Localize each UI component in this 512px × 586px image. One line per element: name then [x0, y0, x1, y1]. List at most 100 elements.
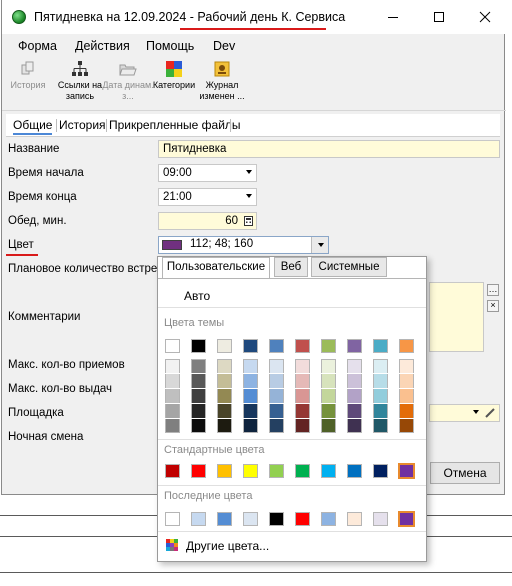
- color-swatch-shade[interactable]: [191, 419, 206, 433]
- standard-color-swatch[interactable]: [243, 464, 258, 478]
- lunch-field[interactable]: 60: [158, 212, 257, 230]
- tab-history[interactable]: История: [59, 118, 106, 132]
- cancel-button[interactable]: Отмена: [430, 462, 500, 484]
- more-colors-option[interactable]: Другие цвета...: [186, 539, 269, 553]
- minimize-button[interactable]: [370, 0, 416, 34]
- color-swatch-shade[interactable]: [347, 359, 362, 373]
- menu-form[interactable]: Форма: [18, 39, 57, 53]
- color-swatch-shade[interactable]: [217, 404, 232, 418]
- color-swatch-shade[interactable]: [373, 374, 388, 388]
- color-swatch-shade[interactable]: [321, 419, 336, 433]
- color-swatch-shade[interactable]: [295, 419, 310, 433]
- standard-color-swatch[interactable]: [398, 463, 415, 479]
- color-swatch-shade[interactable]: [347, 419, 362, 433]
- color-swatch-shade[interactable]: [191, 374, 206, 388]
- recent-color-swatch[interactable]: [243, 512, 258, 526]
- color-swatch-shade[interactable]: [321, 359, 336, 373]
- pencil-icon[interactable]: [485, 407, 496, 418]
- recent-color-swatch[interactable]: [295, 512, 310, 526]
- recent-color-swatch[interactable]: [165, 512, 180, 526]
- color-swatch-shade[interactable]: [399, 359, 414, 373]
- site-field[interactable]: [429, 404, 500, 422]
- standard-color-swatch[interactable]: [295, 464, 310, 478]
- auto-color-option[interactable]: Авто: [184, 289, 210, 303]
- color-swatch[interactable]: [373, 339, 388, 353]
- color-swatch-shade[interactable]: [165, 359, 180, 373]
- color-dropdown-button[interactable]: [311, 237, 328, 253]
- recent-color-swatch[interactable]: [217, 512, 232, 526]
- color-swatch-shade[interactable]: [243, 389, 258, 403]
- start-time-field[interactable]: 09:00: [158, 164, 257, 182]
- color-swatch-shade[interactable]: [399, 389, 414, 403]
- color-swatch-shade[interactable]: [217, 374, 232, 388]
- recent-color-swatch[interactable]: [373, 512, 388, 526]
- color-swatch-shade[interactable]: [295, 404, 310, 418]
- color-swatch-shade[interactable]: [373, 419, 388, 433]
- color-swatch[interactable]: [243, 339, 258, 353]
- recent-color-swatch[interactable]: [398, 511, 415, 527]
- recent-color-swatch[interactable]: [347, 512, 362, 526]
- color-swatch[interactable]: [217, 339, 232, 353]
- recent-color-swatch[interactable]: [321, 512, 336, 526]
- standard-color-swatch[interactable]: [165, 464, 180, 478]
- maximize-button[interactable]: [416, 0, 462, 34]
- color-swatch-shade[interactable]: [269, 389, 284, 403]
- recent-color-swatch[interactable]: [191, 512, 206, 526]
- color-swatch-shade[interactable]: [269, 404, 284, 418]
- color-swatch-shade[interactable]: [269, 419, 284, 433]
- color-swatch-shade[interactable]: [191, 389, 206, 403]
- menu-help[interactable]: Помощь: [146, 39, 194, 53]
- color-swatch[interactable]: [347, 339, 362, 353]
- color-swatch[interactable]: [321, 339, 336, 353]
- color-swatch-shade[interactable]: [191, 404, 206, 418]
- color-swatch-shade[interactable]: [165, 374, 180, 388]
- standard-color-swatch[interactable]: [217, 464, 232, 478]
- color-swatch-shade[interactable]: [243, 359, 258, 373]
- color-swatch-shade[interactable]: [243, 419, 258, 433]
- color-swatch-shade[interactable]: [295, 389, 310, 403]
- color-swatch[interactable]: [191, 339, 206, 353]
- comments-field[interactable]: [429, 282, 484, 352]
- color-picker-combo[interactable]: 112; 48; 160: [158, 236, 329, 254]
- color-swatch-shade[interactable]: [347, 389, 362, 403]
- tab-custom-colors[interactable]: Пользовательские: [162, 257, 270, 279]
- color-swatch-shade[interactable]: [321, 374, 336, 388]
- color-swatch-shade[interactable]: [165, 389, 180, 403]
- color-swatch-shade[interactable]: [399, 404, 414, 418]
- standard-color-swatch[interactable]: [269, 464, 284, 478]
- recent-color-swatch[interactable]: [269, 512, 284, 526]
- color-swatch-shade[interactable]: [191, 359, 206, 373]
- color-swatch[interactable]: [295, 339, 310, 353]
- color-swatch-shade[interactable]: [399, 374, 414, 388]
- tab-general[interactable]: Общие: [13, 118, 53, 135]
- name-field[interactable]: Пятидневка: [158, 140, 500, 158]
- color-swatch-shade[interactable]: [243, 404, 258, 418]
- color-swatch[interactable]: [399, 339, 414, 353]
- end-time-field[interactable]: 21:00: [158, 188, 257, 206]
- color-swatch-shade[interactable]: [321, 404, 336, 418]
- color-swatch-shade[interactable]: [217, 419, 232, 433]
- tab-system-colors[interactable]: Системные: [311, 257, 387, 277]
- color-swatch-shade[interactable]: [243, 374, 258, 388]
- color-swatch[interactable]: [269, 339, 284, 353]
- comments-clear-button[interactable]: ×: [487, 300, 499, 312]
- color-swatch-shade[interactable]: [217, 359, 232, 373]
- color-swatch-shade[interactable]: [165, 404, 180, 418]
- close-button[interactable]: [462, 0, 508, 34]
- standard-color-swatch[interactable]: [373, 464, 388, 478]
- color-swatch-shade[interactable]: [295, 374, 310, 388]
- color-swatch-shade[interactable]: [217, 389, 232, 403]
- color-swatch-shade[interactable]: [321, 389, 336, 403]
- color-swatch[interactable]: [165, 339, 180, 353]
- color-swatch-shade[interactable]: [347, 404, 362, 418]
- color-swatch-shade[interactable]: [165, 419, 180, 433]
- change-log-button[interactable]: Журнал изменен ...: [194, 60, 250, 102]
- menu-dev[interactable]: Dev: [213, 39, 235, 53]
- standard-color-swatch[interactable]: [321, 464, 336, 478]
- color-swatch-shade[interactable]: [295, 359, 310, 373]
- standard-color-swatch[interactable]: [191, 464, 206, 478]
- color-swatch-shade[interactable]: [373, 404, 388, 418]
- color-swatch-shade[interactable]: [373, 359, 388, 373]
- tab-attached-files[interactable]: Прикрепленные файлы: [109, 118, 241, 132]
- menu-actions[interactable]: Действия: [75, 39, 130, 53]
